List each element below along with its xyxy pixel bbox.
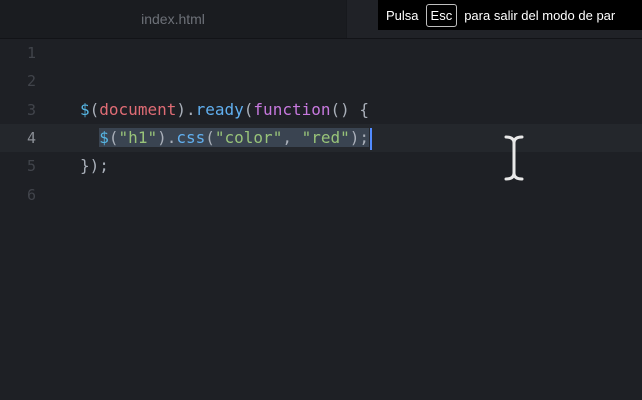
line-number: 4 — [26, 129, 36, 147]
code-token: ); — [349, 128, 370, 147]
code-line[interactable]: 1 — [0, 39, 642, 67]
code-token: css — [176, 128, 206, 147]
code-token: ready — [195, 100, 244, 119]
code-editor[interactable]: 1 2 3 $(document).ready(function() { 4 $… — [0, 39, 642, 400]
code-token: ). — [176, 100, 196, 119]
code-token: ( — [108, 128, 119, 147]
text-selection: $("h1").css("color", "red"); — [99, 128, 370, 147]
code-line[interactable]: 6 — [0, 181, 642, 209]
line-number: 2 — [26, 72, 36, 90]
code-token: ( — [243, 100, 254, 119]
esc-key-badge: Esc — [425, 3, 458, 27]
code-token: , — [282, 128, 302, 147]
code-text: }); — [80, 152, 109, 180]
text-caret — [370, 127, 373, 150]
code-token: function — [253, 100, 331, 119]
code-token: "red" — [301, 128, 350, 147]
code-token: "h1" — [118, 128, 158, 147]
line-number: 1 — [26, 44, 36, 62]
line-number: 3 — [26, 101, 36, 119]
tab-label: index.html — [141, 11, 205, 27]
code-text: $(document).ready(function() { — [80, 96, 369, 124]
line-number: 5 — [26, 157, 36, 175]
code-token: () { — [330, 100, 370, 119]
code-token: document — [99, 100, 177, 119]
code-token: $ — [80, 100, 90, 119]
code-token: "color" — [214, 128, 283, 147]
fullscreen-notice-suffix: para salir del modo de par — [464, 7, 616, 23]
code-line-active[interactable]: 4 $("h1").css("color", "red"); — [0, 124, 642, 152]
code-line[interactable]: 3 $(document).ready(function() { — [0, 96, 642, 124]
code-text: $("h1").css("color", "red"); — [80, 124, 373, 152]
text-cursor-ibeam-icon — [504, 135, 524, 181]
code-line[interactable]: 5 }); — [0, 152, 642, 180]
code-token: ( — [205, 128, 215, 147]
line-number: 6 — [26, 186, 36, 204]
code-token: }); — [80, 156, 109, 175]
fullscreen-notice: Pulsa Esc para salir del modo de par — [378, 0, 642, 30]
code-token: ). — [157, 128, 177, 147]
fullscreen-notice-prefix: Pulsa — [386, 7, 419, 23]
code-token: ( — [89, 100, 100, 119]
tab-index-html[interactable]: index.html — [0, 0, 346, 38]
code-line[interactable]: 2 — [0, 67, 642, 95]
code-token: $ — [99, 128, 109, 147]
